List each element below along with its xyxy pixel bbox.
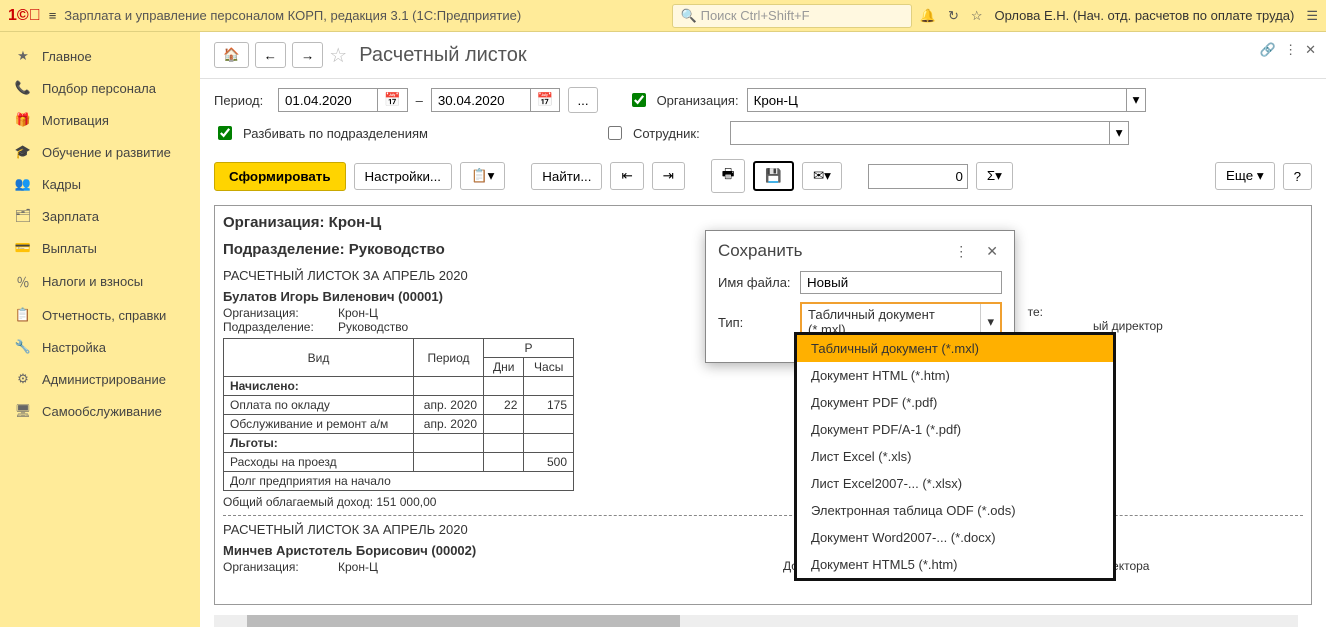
toolbar: Сформировать Настройки... 📋▾ Найти... ⇤ … [200, 153, 1326, 199]
sum-input[interactable] [868, 164, 968, 189]
print-button[interactable]: 🖶 [711, 159, 746, 193]
collapse-tree-button[interactable]: ⇥ [652, 162, 685, 190]
sidebar-item-selfservice[interactable]: 🖥Самообслуживание [0, 395, 200, 427]
fav-star-icon[interactable]: ☆ [329, 43, 347, 68]
filename-label: Имя файла: [718, 275, 794, 290]
emp-label: Сотрудник: [633, 126, 700, 141]
kebab-icon[interactable]: ⋮ [950, 243, 972, 260]
dropdown-option[interactable]: Документ HTML (*.htm) [797, 362, 1113, 389]
search-input[interactable]: 🔍 Поиск Ctrl+Shift+F [672, 4, 912, 28]
dropdown-option[interactable]: Документ Word2007-... (*.docx) [797, 524, 1113, 551]
expand-tree-button[interactable]: ⇤ [610, 162, 643, 190]
sidebar-item-payments[interactable]: 💳Выплаты [0, 232, 200, 264]
sidebar-item-reports[interactable]: 📋Отчетность, справки [0, 299, 200, 331]
slip-title: РАСЧЕТНЫЙ ЛИСТОК ЗА АПРЕЛЬ 2020 [223, 522, 1303, 537]
dropdown-option[interactable]: Табличный документ (*.mxl) [797, 335, 1113, 362]
period-picker-button[interactable]: ... [568, 87, 597, 113]
dropdown-option[interactable]: Документ HTML5 (*.htm) [797, 551, 1113, 578]
doc-header: 🏠 ← → ☆ Расчетный листок [200, 32, 1326, 79]
user-label[interactable]: Орлова Е.Н. (Нач. отд. расчетов по оплат… [995, 8, 1295, 23]
users-icon: 👥 [14, 176, 32, 192]
document-title: Расчетный листок [359, 44, 526, 67]
chevron-down-icon[interactable]: ▾ [1127, 88, 1147, 112]
forward-button[interactable]: → [292, 42, 323, 68]
employee-name: Булатов Игорь Виленович (00001) [223, 289, 783, 304]
bell-icon[interactable]: 🔔 [920, 8, 936, 24]
org-input[interactable] [747, 88, 1127, 112]
sidebar-item-settings[interactable]: 🔧Настройка [0, 331, 200, 363]
employee-name: Минчев Аристотель Борисович (00002) [223, 543, 783, 558]
monitor-icon: 🖥 [14, 403, 32, 419]
percent-icon: ％ [14, 272, 32, 291]
horizontal-scrollbar[interactable] [214, 615, 1298, 627]
dropdown-option[interactable]: Лист Excel2007-... (*.xlsx) [797, 470, 1113, 497]
dropdown-option[interactable]: Документ PDF (*.pdf) [797, 389, 1113, 416]
filename-input[interactable] [800, 271, 1002, 294]
app-title: Зарплата и управление персоналом КОРП, р… [64, 8, 521, 23]
emp-checkbox[interactable] [608, 126, 622, 140]
help-button[interactable]: ? [1283, 163, 1312, 190]
settings-button[interactable]: Настройки... [354, 163, 452, 190]
dialog-title: Сохранить [718, 241, 950, 261]
sidebar-item-recruit[interactable]: 📞Подбор персонала [0, 72, 200, 104]
card-icon: 💳 [14, 240, 32, 256]
sidebar: ★Главное 📞Подбор персонала 🎁Мотивация 🎓О… [0, 32, 200, 627]
org-checkbox[interactable] [632, 93, 646, 107]
kebab-icon[interactable]: ⋮ [1284, 42, 1297, 58]
find-button[interactable]: Найти... [531, 163, 602, 190]
mail-button[interactable]: ✉▾ [802, 162, 842, 190]
sidebar-item-training[interactable]: 🎓Обучение и развитие [0, 136, 200, 168]
org-header: Организация: Крон-Ц [223, 214, 1303, 231]
sidebar-item-taxes[interactable]: ％Налоги и взносы [0, 264, 200, 299]
home-button[interactable]: 🏠 [214, 42, 249, 68]
star-icon: ★ [14, 48, 32, 64]
folder-icon: 🗂 [14, 208, 32, 224]
type-label: Тип: [718, 315, 794, 330]
back-button[interactable]: ← [255, 42, 286, 68]
type-dropdown: Табличный документ (*.mxl) Документ HTML… [794, 332, 1116, 581]
emp-input[interactable] [730, 121, 1110, 145]
form-button[interactable]: Сформировать [214, 162, 346, 191]
star-icon[interactable]: ☆ [971, 8, 983, 24]
hamburger-icon[interactable]: ≡ [49, 8, 57, 23]
link-icon[interactable]: 🔗 [1260, 42, 1276, 58]
menu-icon[interactable]: ☰ [1306, 8, 1318, 24]
sigma-button[interactable]: Σ▾ [976, 162, 1013, 190]
sidebar-item-salary[interactable]: 🗂Зарплата [0, 200, 200, 232]
sidebar-item-main[interactable]: ★Главное [0, 40, 200, 72]
wrench-icon: 🔧 [14, 339, 32, 355]
total-income: Общий облагаемый доход: 151 000,00 [223, 495, 1303, 509]
close-icon[interactable]: ✕ [982, 243, 1002, 260]
calendar-icon[interactable]: 📅 [378, 88, 408, 112]
split-checkbox[interactable] [218, 126, 232, 140]
search-icon: 🔍 [681, 8, 697, 23]
history-icon[interactable]: ↻ [948, 8, 959, 24]
dropdown-option[interactable]: Лист Excel (*.xls) [797, 443, 1113, 470]
clipboard-button[interactable]: 📋▾ [460, 162, 505, 190]
content: 🔗 ⋮ ✕ 🏠 ← → ☆ Расчетный листок Период: 📅… [200, 32, 1326, 627]
calendar-icon[interactable]: 📅 [531, 88, 561, 112]
gift-icon: 🎁 [14, 112, 32, 128]
chevron-down-icon[interactable]: ▾ [1110, 121, 1130, 145]
sidebar-item-admin[interactable]: ⚙Администрирование [0, 363, 200, 395]
top-bar: 1©⃝ ≡ Зарплата и управление персоналом К… [0, 0, 1326, 32]
period-label: Период: [214, 93, 270, 108]
sidebar-item-personnel[interactable]: 👥Кадры [0, 168, 200, 200]
mortarboard-icon: 🎓 [14, 144, 32, 160]
save-button[interactable]: 💾 [753, 161, 794, 191]
close-icon[interactable]: ✕ [1305, 42, 1316, 58]
sidebar-item-motivation[interactable]: 🎁Мотивация [0, 104, 200, 136]
org-label: Организация: [657, 93, 739, 108]
phone-icon: 📞 [14, 80, 32, 96]
more-button[interactable]: Еще ▾ [1215, 162, 1275, 190]
split-label: Разбивать по подразделениям [243, 126, 428, 141]
logo-1c: 1©⃝ [8, 7, 41, 25]
date-from-input[interactable] [278, 88, 378, 112]
gear-icon: ⚙ [14, 371, 32, 387]
date-to-input[interactable] [431, 88, 531, 112]
clipboard-icon: 📋 [14, 307, 32, 323]
dropdown-option[interactable]: Электронная таблица ODF (*.ods) [797, 497, 1113, 524]
dropdown-option[interactable]: Документ PDF/A-1 (*.pdf) [797, 416, 1113, 443]
